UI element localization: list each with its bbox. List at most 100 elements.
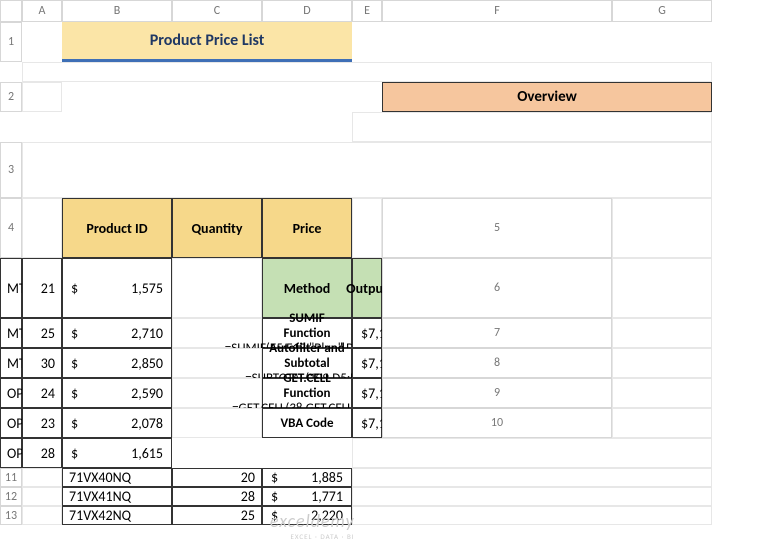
currency-symbol: $: [71, 355, 78, 372]
cell[interactable]: [612, 348, 712, 378]
currency-symbol: $: [271, 488, 278, 505]
col-header[interactable]: D: [262, 0, 352, 22]
corner-cell[interactable]: [0, 0, 22, 22]
product-id[interactable]: 71VX40NQ: [62, 468, 172, 487]
col-header[interactable]: E: [352, 0, 382, 22]
row-header[interactable]: 13: [0, 506, 22, 525]
overview-header-method: Method: [262, 258, 352, 318]
price-value: 2,850: [131, 355, 163, 372]
product-id[interactable]: MTT102GL: [0, 258, 22, 318]
row-header[interactable]: 8: [382, 348, 612, 378]
product-price[interactable]: $2,078: [62, 408, 172, 438]
product-qty[interactable]: 25: [22, 318, 62, 348]
overview-output[interactable]: $7,135: [352, 378, 382, 408]
row-header[interactable]: 7: [382, 318, 612, 348]
col-header[interactable]: A: [22, 0, 62, 22]
price-value: 1,615: [131, 445, 163, 462]
product-id[interactable]: MTT103GL: [0, 318, 22, 348]
product-qty[interactable]: 28: [172, 487, 262, 506]
row-header[interactable]: 9: [382, 378, 612, 408]
product-price[interactable]: $2,850: [62, 348, 172, 378]
currency-symbol: $: [271, 469, 278, 486]
product-price[interactable]: $1,771: [262, 487, 352, 506]
product-price[interactable]: $2,710: [62, 318, 172, 348]
overview-output[interactable]: $7,135: [352, 318, 382, 348]
row-header[interactable]: 6: [382, 258, 612, 318]
cell[interactable]: [22, 142, 712, 198]
product-price[interactable]: $1,885: [262, 468, 352, 487]
cell[interactable]: [22, 468, 62, 487]
col-header[interactable]: B: [62, 0, 172, 22]
overview-header-output: Output: [352, 258, 382, 318]
product-price[interactable]: $1,575: [62, 258, 172, 318]
col-header[interactable]: C: [172, 0, 262, 22]
overview-method[interactable]: VBA Code: [262, 408, 352, 438]
cell[interactable]: [612, 198, 712, 258]
cell[interactable]: [22, 82, 62, 112]
price-value: 2,710: [131, 325, 163, 342]
product-price[interactable]: $2,220: [262, 506, 352, 525]
product-qty[interactable]: 30: [22, 348, 62, 378]
method-name: GET.CELL Function: [267, 371, 347, 401]
overview-output[interactable]: $7,135: [352, 408, 382, 438]
row-header[interactable]: 3: [0, 142, 22, 198]
cell[interactable]: [172, 408, 262, 438]
currency-symbol: $: [361, 355, 368, 372]
watermark-sub: EXCEL · DATA · BI: [270, 532, 355, 541]
cell[interactable]: [352, 198, 382, 258]
currency-symbol: $: [71, 445, 78, 462]
price-value: 2,590: [131, 385, 163, 402]
cell[interactable]: [612, 408, 712, 438]
cell[interactable]: [352, 487, 712, 506]
table-header-price: Price: [262, 198, 352, 258]
cell[interactable]: [22, 506, 62, 525]
cell[interactable]: [352, 112, 712, 142]
method-name: Autofilter and Subtotal: [267, 341, 347, 371]
row-header[interactable]: 2: [0, 82, 22, 112]
row-header[interactable]: 4: [0, 198, 22, 258]
row-header[interactable]: 1: [0, 22, 22, 62]
cell[interactable]: [352, 468, 712, 487]
price-value: 1,771: [311, 488, 343, 505]
overview-title: Overview: [382, 82, 712, 112]
product-qty[interactable]: 28: [22, 438, 62, 468]
row-header[interactable]: 12: [0, 487, 22, 506]
cell[interactable]: [612, 258, 712, 318]
product-id[interactable]: MTT104GL: [0, 348, 22, 378]
row-header[interactable]: 11: [0, 468, 22, 487]
product-qty[interactable]: 23: [22, 408, 62, 438]
product-id[interactable]: 71VX42NQ: [62, 506, 172, 525]
product-id[interactable]: OP666NPP: [0, 438, 22, 468]
cell[interactable]: [612, 378, 712, 408]
cell[interactable]: [352, 438, 712, 468]
row-header[interactable]: 5: [382, 198, 612, 258]
cell[interactable]: [22, 487, 62, 506]
page-title: Product Price List: [62, 22, 352, 62]
product-qty[interactable]: 20: [172, 468, 262, 487]
method-name: SUMIF Function: [267, 311, 347, 341]
table-header-qty: Quantity: [172, 198, 262, 258]
currency-symbol: $: [271, 507, 278, 524]
overview-output[interactable]: $7,135: [352, 348, 382, 378]
overview-method[interactable]: GET.CELL Function=GET.CELL(38,GET.CELL!$…: [262, 378, 352, 408]
currency-symbol: $: [71, 280, 78, 297]
col-header[interactable]: G: [612, 0, 712, 22]
row-header[interactable]: 10: [382, 408, 612, 438]
cell[interactable]: [172, 258, 262, 318]
product-qty[interactable]: 24: [22, 378, 62, 408]
product-id[interactable]: 71VX41NQ: [62, 487, 172, 506]
price-value: 1,885: [311, 469, 343, 486]
currency-symbol: $: [361, 325, 368, 342]
product-qty[interactable]: 25: [172, 506, 262, 525]
currency-symbol: $: [71, 325, 78, 342]
product-id[interactable]: OP551NPP: [0, 408, 22, 438]
product-price[interactable]: $2,590: [62, 378, 172, 408]
product-price[interactable]: $1,615: [62, 438, 172, 468]
cell[interactable]: [352, 506, 712, 525]
product-id[interactable]: OP522NPP: [0, 378, 22, 408]
cell[interactable]: [612, 318, 712, 348]
col-header[interactable]: F: [382, 0, 612, 22]
product-qty[interactable]: 21: [22, 258, 62, 318]
cell[interactable]: [22, 62, 712, 82]
cell[interactable]: [22, 198, 62, 258]
